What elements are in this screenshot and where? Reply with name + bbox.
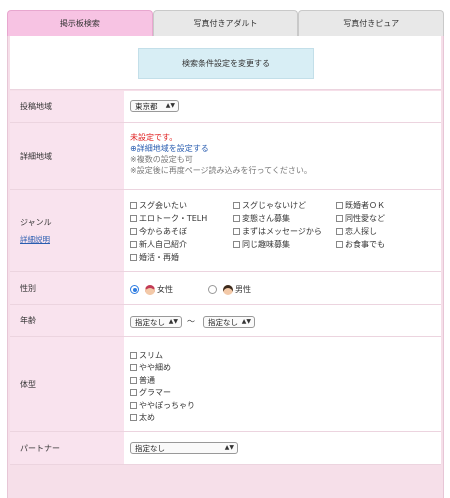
- tab-photo-pure[interactable]: 写真付きピュア: [298, 10, 445, 36]
- body-type-checkbox[interactable]: グラマー: [130, 387, 195, 400]
- search-tabs: 掲示板検索 写真付きアダルト 写真付きピュア: [7, 10, 445, 36]
- row-post-area: 投稿地域 東京都 ▲▼: [10, 91, 441, 123]
- row-detail-area: 詳細地域 未設定です。 ⊕詳細地域を設定する ※複数の設定も可 ※設定後に再度ペ…: [10, 123, 441, 190]
- row-genre: ジャンル 詳細説明 スグ会いたい スグじゃないけど 既婚者ＯＫ エロトーク・TE…: [10, 190, 441, 272]
- female-face-icon: [145, 284, 155, 295]
- gender-male-radio[interactable]: 男性: [208, 284, 251, 295]
- genre-checkbox[interactable]: 今からあそぼ: [130, 226, 233, 237]
- genre-checkbox[interactable]: スグ会いたい: [130, 200, 233, 211]
- detail-area-note-reload: ※設定後に再度ページ読み込みを行ってください。: [130, 166, 312, 175]
- radio-selected-icon: [130, 285, 139, 294]
- post-area-label: 投稿地域: [10, 91, 124, 122]
- set-detail-area-link[interactable]: ⊕詳細地域を設定する: [130, 143, 312, 154]
- genre-checkbox[interactable]: お食事でも: [336, 239, 426, 250]
- body-type-checkbox[interactable]: ややぽっちゃり: [130, 399, 195, 412]
- change-button-row: 検索条件設定を変更する: [10, 36, 441, 90]
- row-age: 年齢 指定なし ▲▼ 〜 指定なし ▲▼: [10, 305, 441, 337]
- body-type-checkbox-list: スリム やや細め 普通 グラマー ややぽっちゃり 太め: [130, 349, 195, 424]
- body-type-checkbox[interactable]: 普通: [130, 374, 195, 387]
- partner-label: パートナー: [10, 432, 124, 464]
- tab-board-search[interactable]: 掲示板検索: [7, 10, 153, 36]
- genre-checkbox[interactable]: 同じ趣味募集: [233, 239, 336, 250]
- genre-checkbox[interactable]: 同性愛など: [336, 213, 426, 224]
- genre-checkbox[interactable]: 変態さん募集: [233, 213, 336, 224]
- body-type-checkbox[interactable]: スリム: [130, 349, 195, 362]
- genre-checkbox[interactable]: まずはメッセージから: [233, 226, 336, 237]
- genre-checkbox[interactable]: スグじゃないけど: [233, 200, 336, 211]
- body-type-checkbox[interactable]: 太め: [130, 412, 195, 425]
- tab-photo-adult[interactable]: 写真付きアダルト: [152, 10, 299, 36]
- genre-checkbox[interactable]: 婚活・再婚: [130, 252, 233, 263]
- age-to-select[interactable]: 指定なし ▲▼: [203, 316, 255, 328]
- detail-area-unset: 未設定です。: [130, 133, 178, 142]
- partner-select[interactable]: 指定なし ▲▼: [130, 442, 238, 454]
- radio-unselected-icon: [208, 285, 217, 294]
- age-range-separator: 〜: [187, 317, 195, 326]
- detail-area-note-multiple: ※複数の設定も可: [130, 155, 193, 164]
- genre-checkbox-grid: スグ会いたい スグじゃないけど 既婚者ＯＫ エロトーク・TELH 変態さん募集 …: [130, 200, 426, 263]
- genre-detail-link[interactable]: 詳細説明: [20, 234, 124, 245]
- body-type-label: 体型: [10, 337, 124, 431]
- plus-circle-icon: ⊕: [130, 144, 137, 153]
- gender-label: 性別: [10, 272, 124, 304]
- genre-checkbox[interactable]: 恋人探し: [336, 226, 426, 237]
- genre-checkbox[interactable]: 既婚者ＯＫ: [336, 200, 426, 211]
- age-label: 年齢: [10, 305, 124, 336]
- select-arrow-icon: ▲▼: [165, 102, 175, 109]
- select-arrow-icon: ▲▼: [241, 318, 251, 325]
- row-partner: パートナー 指定なし ▲▼: [10, 432, 441, 465]
- genre-checkbox[interactable]: 新人自己紹介: [130, 239, 233, 250]
- select-arrow-icon: ▲▼: [224, 444, 234, 451]
- male-face-icon: [223, 284, 233, 295]
- row-body-type: 体型 スリム やや細め 普通 グラマー ややぽっちゃり 太め: [10, 337, 441, 432]
- select-arrow-icon: ▲▼: [168, 318, 178, 325]
- genre-label: ジャンル 詳細説明: [10, 190, 124, 271]
- row-gender: 性別 女性 男性: [10, 272, 441, 305]
- body-type-checkbox[interactable]: やや細め: [130, 362, 195, 375]
- detail-area-label: 詳細地域: [10, 123, 124, 189]
- age-from-select[interactable]: 指定なし ▲▼: [130, 316, 182, 328]
- post-area-select[interactable]: 東京都 ▲▼: [130, 100, 179, 112]
- genre-checkbox[interactable]: エロトーク・TELH: [130, 213, 233, 224]
- gender-female-radio[interactable]: 女性: [130, 284, 173, 295]
- change-search-settings-button[interactable]: 検索条件設定を変更する: [138, 48, 314, 79]
